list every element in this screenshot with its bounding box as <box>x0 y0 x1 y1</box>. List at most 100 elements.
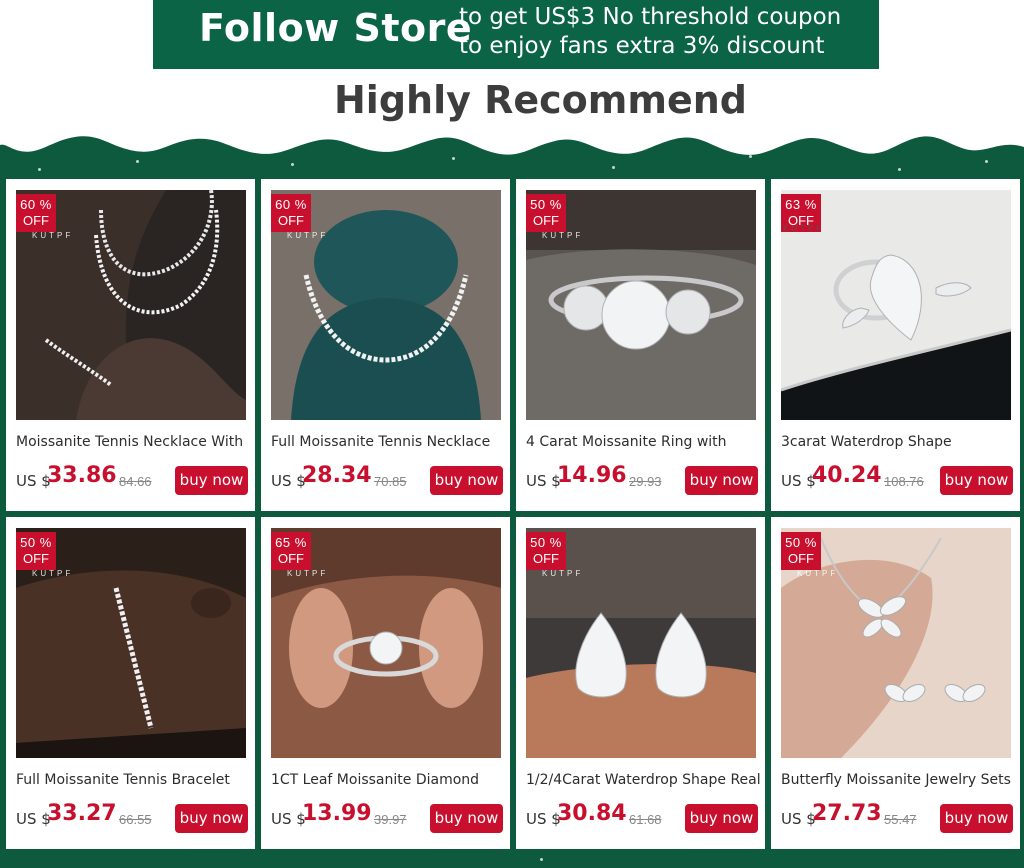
banner-title: Follow Store <box>199 6 473 50</box>
product-grid: 60 % OFF KUTPF Moissanite Tennis Necklac… <box>6 179 1024 849</box>
buy-now-button[interactable]: buy now <box>940 466 1013 495</box>
currency-label: US $ <box>781 810 816 828</box>
sale-price: 13.99 <box>302 801 372 826</box>
banner-coupon-text: to get US$3 No threshold coupon <box>459 4 842 30</box>
discount-badge: 60 % OFF <box>16 194 56 232</box>
discount-percent: 50 % <box>530 197 562 212</box>
buy-now-button[interactable]: buy now <box>175 466 248 495</box>
brand-watermark: KUTPF <box>32 231 74 240</box>
product-title[interactable]: Butterfly Moissanite Jewelry Sets <box>781 772 1017 788</box>
price-row: US $ 28.34 70.85 buy now <box>271 463 503 496</box>
brand-watermark: KUTPF <box>783 224 825 233</box>
product-card[interactable]: 50 % OFF KUTPF 1/2/4Carat Waterdrop Shap… <box>516 517 765 849</box>
currency-label: US $ <box>16 810 51 828</box>
currency-label: US $ <box>271 472 306 490</box>
discount-off-label: OFF <box>278 551 304 566</box>
product-title[interactable]: Full Moissanite Tennis Bracelet <box>16 772 252 788</box>
brand-watermark: KUTPF <box>287 569 329 578</box>
currency-label: US $ <box>781 472 816 490</box>
discount-percent: 65 % <box>275 535 307 550</box>
brand-watermark: KUTPF <box>32 569 74 578</box>
product-card[interactable]: 60 % OFF KUTPF Full Moissanite Tennis Ne… <box>261 179 510 511</box>
price-row: US $ 33.86 84.66 buy now <box>16 463 248 496</box>
snow-dot <box>452 157 455 160</box>
product-title[interactable]: 1CT Leaf Moissanite Diamond <box>271 772 507 788</box>
sale-price: 40.24 <box>812 463 882 488</box>
product-title[interactable]: 4 Carat Moissanite Ring with <box>526 434 762 450</box>
price-row: US $ 13.99 39.97 buy now <box>271 801 503 834</box>
original-price: 66.55 <box>119 812 152 827</box>
discount-badge: 65 % OFF <box>271 532 311 570</box>
price-row: US $ 40.24 108.76 buy now <box>781 463 1013 496</box>
snow-dot <box>985 160 988 163</box>
discount-badge: 50 % OFF <box>526 532 566 570</box>
discount-percent: 60 % <box>275 197 307 212</box>
buy-now-button[interactable]: buy now <box>175 804 248 833</box>
snow-dot <box>898 168 901 171</box>
discount-badge: 50 % OFF <box>16 532 56 570</box>
price-row: US $ 33.27 66.55 buy now <box>16 801 248 834</box>
product-card[interactable]: 50 % OFF KUTPF 4 Carat Moissanite Ring w… <box>516 179 765 511</box>
price-row: US $ 30.84 61.68 buy now <box>526 801 758 834</box>
section-heading: Highly Recommend <box>334 78 747 122</box>
brand-watermark: KUTPF <box>542 231 584 240</box>
currency-label: US $ <box>271 810 306 828</box>
brand-watermark: KUTPF <box>797 569 839 578</box>
product-card[interactable]: 50 % OFF KUTPF Butterfly Moissanite Jewe… <box>771 517 1020 849</box>
sale-price: 14.96 <box>557 463 627 488</box>
snow-dot <box>612 166 615 169</box>
currency-label: US $ <box>526 472 561 490</box>
price-row: US $ 14.96 29.93 buy now <box>526 463 758 496</box>
sale-price: 30.84 <box>557 801 627 826</box>
product-title[interactable]: Moissanite Tennis Necklace With <box>16 434 252 450</box>
product-title[interactable]: 3carat Waterdrop Shape <box>781 434 1017 450</box>
buy-now-button[interactable]: buy now <box>940 804 1013 833</box>
banner-discount-text: to enjoy fans extra 3% discount <box>459 33 825 59</box>
original-price: 84.66 <box>119 474 152 489</box>
snow-dot <box>291 163 294 166</box>
sale-price: 27.73 <box>812 801 882 826</box>
discount-percent: 60 % <box>20 197 52 212</box>
original-price: 39.97 <box>374 812 407 827</box>
discount-badge: 60 % OFF <box>271 194 311 232</box>
sale-price: 33.86 <box>47 463 117 488</box>
buy-now-button[interactable]: buy now <box>430 466 503 495</box>
discount-percent: 50 % <box>20 535 52 550</box>
product-card[interactable]: 50 % OFF KUTPF Full Moissanite Tennis Br… <box>6 517 255 849</box>
discount-badge: 50 % OFF <box>526 194 566 232</box>
discount-off-label: OFF <box>533 551 559 566</box>
discount-off-label: OFF <box>533 213 559 228</box>
sale-price: 33.27 <box>47 801 117 826</box>
currency-label: US $ <box>526 810 561 828</box>
product-title[interactable]: 1/2/4Carat Waterdrop Shape Real <box>526 772 762 788</box>
snow-edge-decoration <box>0 125 1024 155</box>
discount-off-label: OFF <box>278 213 304 228</box>
buy-now-button[interactable]: buy now <box>430 804 503 833</box>
original-price: 61.68 <box>629 812 662 827</box>
product-card[interactable]: 63 % OFF KUTPF 3carat Waterdrop Shape US… <box>771 179 1020 511</box>
brand-watermark: KUTPF <box>542 569 584 578</box>
snow-dot <box>136 160 139 163</box>
original-price: 55.47 <box>884 812 917 827</box>
product-card[interactable]: 60 % OFF KUTPF Moissanite Tennis Necklac… <box>6 179 255 511</box>
price-row: US $ 27.73 55.47 buy now <box>781 801 1013 834</box>
original-price: 70.85 <box>374 474 407 489</box>
discount-percent: 63 % <box>785 197 817 212</box>
buy-now-button[interactable]: buy now <box>685 804 758 833</box>
snow-dot <box>540 858 543 861</box>
brand-watermark: KUTPF <box>287 231 329 240</box>
discount-off-label: OFF <box>788 551 814 566</box>
buy-now-button[interactable]: buy now <box>685 466 758 495</box>
snow-dot <box>38 168 41 171</box>
follow-store-banner[interactable]: Follow Store to get US$3 No threshold co… <box>153 0 879 69</box>
currency-label: US $ <box>16 472 51 490</box>
product-card[interactable]: 65 % OFF KUTPF 1CT Leaf Moissanite Diamo… <box>261 517 510 849</box>
discount-percent: 50 % <box>530 535 562 550</box>
original-price: 29.93 <box>629 474 662 489</box>
sale-price: 28.34 <box>302 463 372 488</box>
snow-dot <box>749 155 752 158</box>
original-price: 108.76 <box>884 474 924 489</box>
product-title[interactable]: Full Moissanite Tennis Necklace <box>271 434 507 450</box>
discount-percent: 50 % <box>785 535 817 550</box>
discount-badge: 50 % OFF <box>781 532 821 570</box>
